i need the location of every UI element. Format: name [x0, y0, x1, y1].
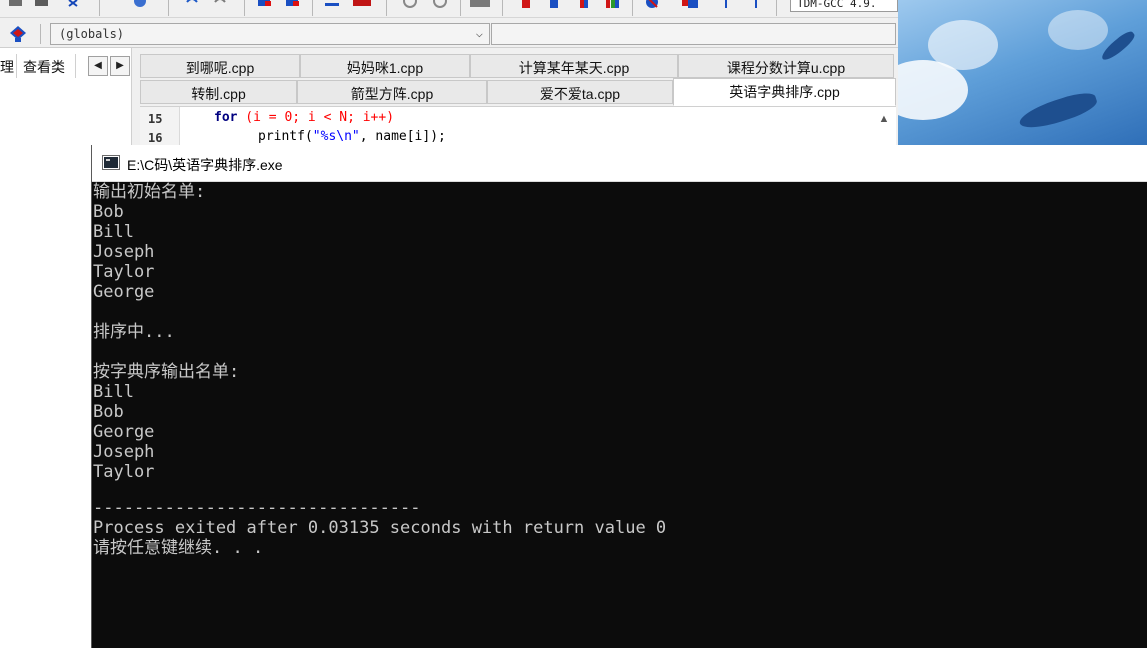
toolbar-separator [40, 24, 41, 44]
tab-project-manager[interactable]: 理 [0, 54, 14, 78]
console-line: Joseph [93, 442, 155, 462]
save-icon[interactable] [34, 0, 50, 12]
new-class-icon[interactable] [402, 0, 418, 12]
print-icon[interactable] [132, 0, 148, 12]
console-line: Bill [93, 222, 134, 242]
scroll-up-icon[interactable]: ▲ [876, 113, 892, 129]
scroll-right-icon[interactable]: ▶ [110, 56, 130, 76]
code-line: printf("%s\n", name[i]); [258, 129, 446, 144]
tab-file[interactable]: 到哪呢.cpp [140, 54, 300, 78]
compiler-select[interactable]: TDM-GCC 4.9. [790, 0, 898, 12]
console-titlebar[interactable]: E:\C码\英语字典排序.exe [92, 145, 1147, 182]
code-token: , name[i]); [359, 129, 446, 144]
toolbar-separator [244, 0, 245, 16]
run-icon[interactable] [546, 0, 562, 12]
console-output[interactable]: 输出初始名单: Bob Bill Joseph Taylor George 排序… [92, 182, 1147, 648]
toggle-comment-icon[interactable] [324, 0, 340, 12]
compile-icon[interactable] [518, 0, 534, 12]
scope-select[interactable]: (globals) ⌵ [50, 23, 490, 45]
scope-toolbar: (globals) ⌵ [0, 18, 898, 48]
toolbar-separator [168, 0, 169, 16]
console-press-any-key: 请按任意键继续. . . [93, 538, 264, 558]
member-select[interactable] [491, 23, 896, 45]
console-line: 按字典序输出名单: [93, 362, 240, 382]
unindent-icon[interactable] [284, 0, 300, 12]
code-line: for (i = 0; i < N; i++) [214, 110, 394, 125]
console-line: Joseph [93, 242, 155, 262]
toolbar-separator [632, 0, 633, 16]
desktop-wallpaper [898, 0, 1147, 145]
indent-icon[interactable] [256, 0, 272, 12]
close-file-icon[interactable] [66, 0, 82, 12]
watch-icon[interactable] [748, 0, 764, 12]
wallpaper-fish [1016, 88, 1100, 134]
toolbar-separator [386, 0, 387, 16]
goto-line-icon[interactable] [718, 0, 734, 12]
chevron-down-icon: ⌵ [475, 26, 483, 40]
code-string: "%s\n" [312, 129, 360, 144]
undo-icon[interactable] [184, 0, 200, 12]
scope-select-value: (globals) [59, 27, 125, 41]
toolbar-separator [99, 0, 100, 16]
code-function: printf( [258, 129, 313, 144]
line-number-gutter: 15 16 [140, 107, 180, 146]
tab-file[interactable]: 计算某年某天.cpp [470, 54, 678, 78]
console-separator: -------------------------------- [93, 498, 421, 518]
console-app-icon [102, 155, 120, 170]
console-window[interactable]: E:\C码\英语字典排序.exe 输出初始名单: Bob Bill Joseph… [91, 145, 1147, 648]
console-line: Bob [93, 202, 124, 222]
console-line: Taylor [93, 462, 155, 482]
console-line: Bill [93, 382, 134, 402]
bookmark-icon[interactable] [352, 0, 371, 12]
console-line: Bob [93, 402, 124, 422]
console-line: George [93, 282, 155, 302]
tab-file[interactable]: 妈妈咪1.cpp [300, 54, 470, 78]
file-tabs: 到哪呢.cpp 妈妈咪1.cpp 计算某年某天.cpp 课程分数计算u.cpp … [140, 54, 896, 106]
console-line: 排序中... [93, 322, 175, 342]
console-exit-status: Process exited after 0.03135 seconds wit… [93, 518, 667, 538]
ide-toolbar: TDM-GCC 4.9. [0, 0, 898, 18]
profile-icon[interactable] [680, 0, 698, 12]
console-line: Taylor [93, 262, 155, 282]
compile-run-icon[interactable] [576, 0, 592, 12]
tab-file[interactable]: 课程分数计算u.cpp [678, 54, 894, 78]
scroll-left-icon[interactable]: ◀ [88, 56, 108, 76]
tab-scroll-arrows: ◀ ▶ [88, 56, 132, 76]
wallpaper-cloud [928, 20, 998, 70]
tab-file[interactable]: 箭型方阵.cpp [297, 80, 487, 104]
open-icon[interactable] [8, 0, 24, 12]
tab-file[interactable]: 爱不爱ta.cpp [487, 80, 673, 104]
code-token: ; i < N; i++) [292, 110, 395, 125]
line-number: 15 [148, 112, 163, 126]
tab-file[interactable]: 转制.cpp [140, 80, 297, 104]
new-project-icon[interactable] [432, 0, 448, 12]
line-number: 16 [148, 131, 163, 145]
code-token: (i = [237, 110, 285, 125]
toolbar-separator [312, 0, 313, 16]
wallpaper-cloud [1048, 10, 1108, 50]
toolbar-separator [460, 0, 461, 16]
toolbar-separator [502, 0, 503, 16]
tab-file-active[interactable]: 英语字典排序.cpp [673, 78, 896, 106]
toolbar-separator [776, 0, 777, 16]
redo-icon[interactable] [212, 0, 228, 12]
code-editor[interactable]: 15 16 for (i = 0; i < N; i++) printf("%s… [140, 106, 896, 146]
console-title: E:\C码\英语字典排序.exe [127, 157, 283, 173]
dev-icon[interactable] [470, 0, 490, 12]
class-browser-icon[interactable] [7, 24, 27, 42]
tab-class-browser[interactable]: 查看类 [16, 54, 76, 78]
code-keyword: for [214, 110, 238, 125]
rebuild-icon[interactable] [604, 0, 620, 12]
console-line: 输出初始名单: [93, 182, 206, 202]
console-line: George [93, 422, 155, 442]
debug-icon[interactable] [644, 0, 660, 12]
